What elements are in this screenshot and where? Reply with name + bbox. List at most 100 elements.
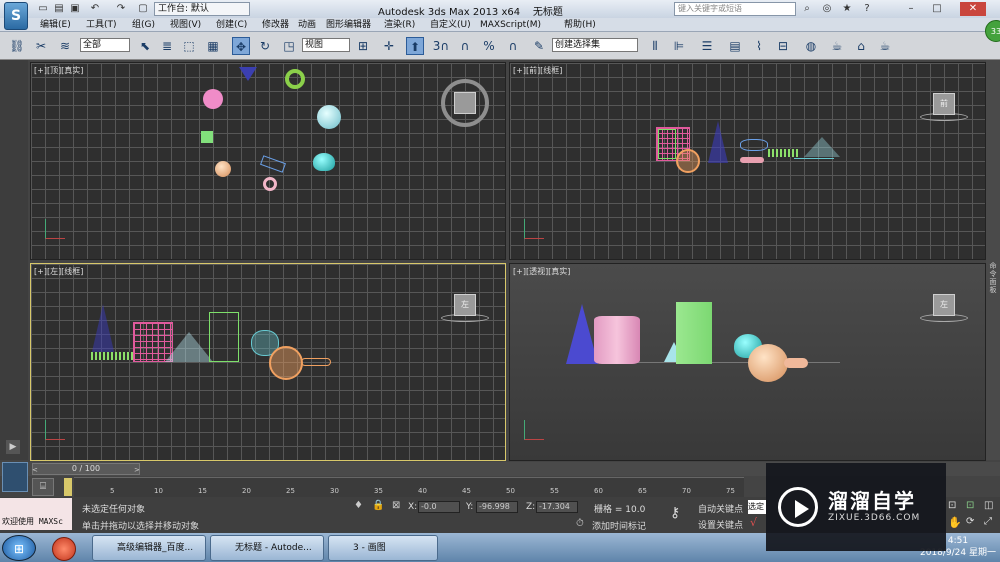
box-object[interactable] [201, 131, 213, 143]
window-crossing-icon[interactable]: ▦ [204, 37, 222, 55]
viewport-layout-icon[interactable] [2, 462, 28, 492]
selection-lock-icon[interactable]: 🔒 [372, 500, 384, 511]
search-input[interactable]: 键入关键字或短语 [674, 2, 796, 16]
new-file-icon[interactable]: ▭ [36, 2, 50, 16]
pyramid-wireframe[interactable] [708, 121, 728, 163]
redo-icon[interactable]: ↷ [114, 2, 128, 16]
viewport-front[interactable]: [+][前][线框] 前 [509, 62, 986, 260]
zoom-region-icon[interactable]: ◫ [984, 500, 993, 511]
viewcube[interactable]: 左 [933, 294, 955, 316]
named-selection-dropdown[interactable]: 创建选择集 [552, 38, 638, 52]
viewcube[interactable]: 前 [933, 93, 955, 115]
time-tag-icon[interactable]: ⏱ [576, 518, 584, 529]
select-object-icon[interactable]: ⬉ [136, 37, 154, 55]
add-time-tag-button[interactable]: 添加时间标记 [592, 519, 646, 532]
menu-tools[interactable]: 工具(T) [86, 19, 117, 31]
help-icon[interactable]: ? [860, 2, 874, 16]
spinner-snap-icon[interactable]: ∩ [504, 37, 522, 55]
render-setup-icon[interactable]: ☕ [828, 37, 846, 55]
taskbar-item-paint[interactable]: 3 - 画图 [328, 535, 438, 561]
viewport-top[interactable]: [+][顶][真实] [30, 62, 506, 260]
select-and-rotate-icon[interactable]: ↻ [256, 37, 274, 55]
viewport-left[interactable]: [+][左][线框] 左 [30, 263, 506, 461]
sphere-object[interactable] [748, 344, 788, 382]
taskbar-item-editor[interactable]: 高级编辑器_百度... [92, 535, 206, 561]
menu-graph-editors[interactable]: 图形编辑器 [326, 19, 371, 31]
manipulate-icon[interactable]: ✛ [380, 37, 398, 55]
plane-wireframe[interactable] [740, 139, 768, 151]
viewport-perspective[interactable]: [+][透视][真实] 左 [509, 263, 986, 461]
start-button-icon[interactable]: ⊞ [2, 535, 36, 561]
angle-snap-icon[interactable]: ∩ [456, 37, 474, 55]
rectangular-selection-icon[interactable]: ⬚ [180, 37, 198, 55]
maximize-viewport-icon[interactable]: ⤢ [984, 516, 992, 527]
schematic-view-icon[interactable]: ⊟ [774, 37, 792, 55]
torus-object[interactable] [285, 69, 305, 89]
zoom-extents-all-icon[interactable]: ⊡ [966, 500, 974, 511]
menu-rendering[interactable]: 渲染(R) [384, 19, 415, 31]
pivot-center-icon[interactable]: ⊞ [354, 37, 372, 55]
open-file-icon[interactable]: ▤ [52, 2, 66, 16]
sphere-object[interactable] [215, 161, 231, 177]
cone-wireframe[interactable] [165, 332, 213, 362]
maximize-icon[interactable]: □ [930, 2, 944, 16]
curve-editor-icon[interactable]: ⌇ [750, 37, 768, 55]
slider-right-arrow-icon[interactable]: > [134, 466, 140, 474]
binoculars-icon[interactable]: ◎ [820, 2, 834, 16]
menu-view[interactable]: 视图(V) [170, 19, 201, 31]
time-slider[interactable]: 0 / 100 [32, 463, 140, 475]
bind-space-warp-icon[interactable]: ≋ [56, 37, 74, 55]
plane-object[interactable] [260, 155, 286, 173]
viewcube[interactable] [454, 92, 476, 114]
undo-icon[interactable]: ↶ [88, 2, 102, 16]
unlink-icon[interactable]: ✂ [32, 37, 50, 55]
torus-wireframe[interactable] [91, 352, 133, 360]
rendered-frame-window-icon[interactable]: ⌂ [852, 37, 870, 55]
menu-animation[interactable]: 动画 [298, 19, 316, 31]
sphere-wireframe[interactable] [269, 346, 303, 380]
orbit-icon[interactable]: ⟳ [966, 516, 974, 527]
app-logo[interactable]: S [4, 2, 28, 30]
menu-edit[interactable]: 编辑(E) [40, 19, 71, 31]
menu-help[interactable]: 帮助(H) [564, 19, 596, 31]
selected-dropdown[interactable]: 选定 [748, 500, 766, 514]
cone-wireframe[interactable] [804, 137, 840, 157]
save-icon[interactable]: ▣ [68, 2, 82, 16]
tube-wireframe[interactable] [740, 157, 764, 163]
pan-hand-icon[interactable]: ✋ [948, 516, 962, 529]
expand-arrow-icon[interactable]: ▶ [6, 440, 20, 454]
maxscript-listener-top[interactable] [0, 498, 72, 514]
graphite-ribbon-icon[interactable]: ▤ [726, 37, 744, 55]
link-icon[interactable]: ⛓ [8, 37, 26, 55]
zoom-extents-icon[interactable]: ⊡ [948, 500, 956, 511]
isolate-selection-icon[interactable]: ♦ [354, 500, 363, 511]
sphere-wireframe[interactable] [676, 149, 700, 173]
tube-wireframe[interactable] [301, 358, 331, 366]
cylinder-object[interactable] [203, 89, 223, 109]
material-editor-icon[interactable]: ◍ [802, 37, 820, 55]
browser-icon[interactable] [52, 537, 76, 561]
viewport-label[interactable]: [+][前][线框] [513, 65, 562, 76]
command-panel-strip[interactable] [986, 60, 1000, 460]
snaps-toggle-icon[interactable]: 3∩ [432, 37, 450, 55]
select-by-name-icon[interactable]: ≣ [158, 37, 176, 55]
notification-badge[interactable]: 33 [985, 20, 1000, 42]
time-marker[interactable] [64, 478, 72, 496]
viewport-label[interactable]: [+][左][线框] [34, 266, 83, 277]
tube-object[interactable] [784, 358, 808, 368]
cylinder-object[interactable] [594, 316, 640, 364]
box-object[interactable] [676, 302, 712, 364]
absolute-mode-icon[interactable]: ⊠ [392, 500, 400, 511]
teapot-object[interactable] [313, 153, 335, 171]
project-folder-icon[interactable]: ▢ [136, 2, 150, 16]
box-wireframe[interactable] [209, 312, 239, 362]
auto-key-button[interactable]: 自动关键点 [698, 502, 743, 515]
select-and-scale-icon[interactable]: ◳ [280, 37, 298, 55]
taskbar-item-3dsmax[interactable]: 无标题 - Autode... [210, 535, 324, 561]
box-wireframe[interactable] [658, 129, 676, 159]
tube-object[interactable] [263, 177, 277, 191]
viewport-label[interactable]: [+][顶][真实] [34, 65, 83, 76]
track-bar[interactable]: 5 10 15 20 25 30 35 40 45 50 55 60 65 70… [74, 477, 744, 497]
pyramid-wireframe[interactable] [91, 304, 115, 356]
viewport-label[interactable]: [+][透视][真实] [513, 266, 570, 277]
